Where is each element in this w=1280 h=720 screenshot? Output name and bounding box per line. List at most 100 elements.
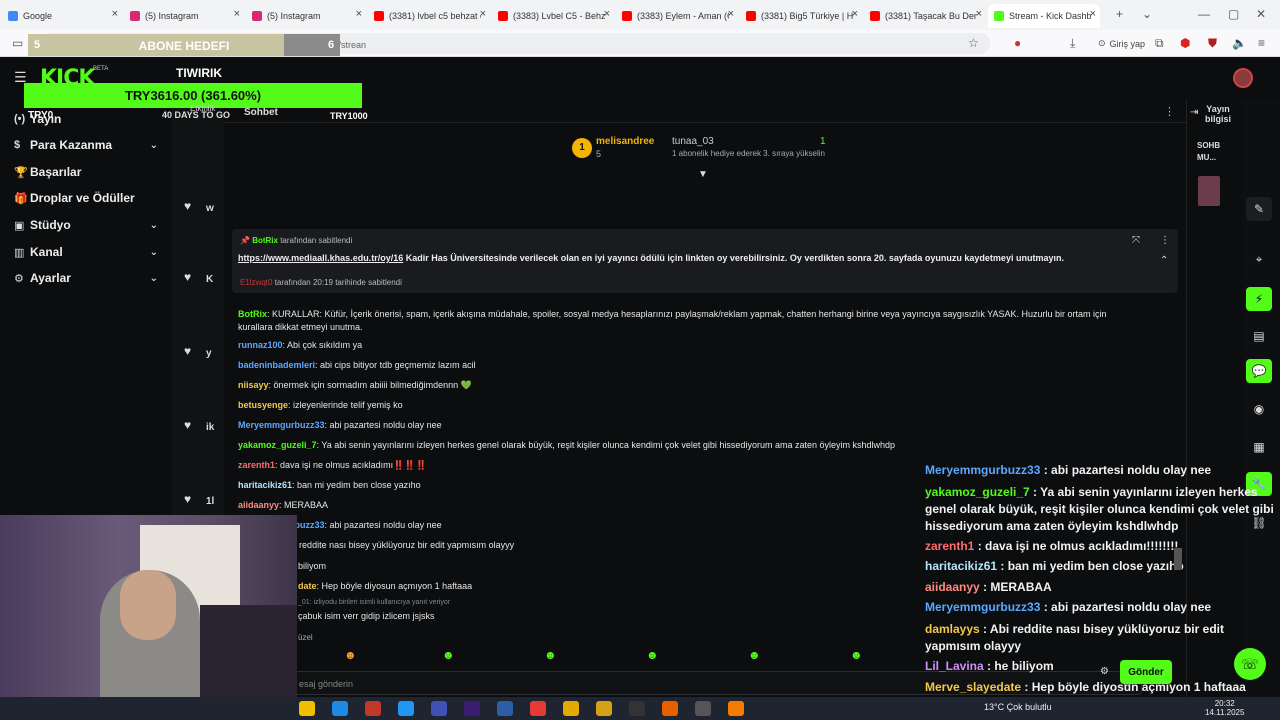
sidebar-toggle-icon[interactable]: ▭ [12, 36, 23, 50]
browser-tab[interactable]: Stream - Kick Dashboard× [988, 4, 1100, 28]
taskbar-app-icon[interactable] [431, 701, 447, 716]
rail-collapse-icon[interactable]: ⇥ [1190, 107, 1198, 118]
taskbar-app-icon[interactable] [662, 701, 678, 716]
taskbar-app-icon[interactable] [365, 701, 381, 716]
extensions-icon[interactable]: ⧉ [1155, 36, 1164, 51]
pin-collapse-icon[interactable]: ⌃ [1160, 255, 1168, 266]
partial-user-2[interactable]: date [298, 581, 317, 591]
adblock-icon[interactable]: ⬢ [1180, 36, 1190, 50]
extension-icon[interactable]: ● [1014, 36, 1021, 50]
new-tab-icon[interactable]: + [1116, 7, 1123, 21]
sidebar-item[interactable]: 🏆 Başarılar [14, 162, 164, 182]
heart-icon[interactable]: ♥ [184, 344, 191, 358]
chat-username[interactable]: haritacikiz61 [238, 480, 292, 490]
avatar[interactable] [1233, 68, 1253, 88]
taskbar-app-icon[interactable] [728, 701, 744, 716]
rules-user[interactable]: BotRix [238, 309, 267, 319]
tab-close-icon[interactable]: × [234, 8, 240, 20]
emote-icon-2[interactable]: ☻ [442, 648, 455, 662]
pin-action-icon[interactable]: ⤧ [1132, 235, 1140, 246]
emote-icon-1[interactable]: ☻ [344, 648, 357, 662]
tab-close-icon[interactable]: × [356, 8, 362, 20]
browser-tab[interactable]: (3381) Taşacak Bu Deniz × [864, 4, 986, 28]
volume-icon[interactable]: 🔈 [1232, 36, 1247, 50]
close-window-icon[interactable]: ✕ [1256, 7, 1266, 21]
chat-username[interactable]: aiidaanyy [238, 500, 279, 510]
heart-icon[interactable]: ♥ [184, 418, 191, 432]
taskbar-app-icon[interactable] [464, 701, 480, 716]
taskbar-app-icon[interactable] [332, 701, 348, 716]
lightning-icon[interactable]: ⚡ [1246, 287, 1272, 311]
follow-channel-name[interactable]: K [206, 274, 213, 285]
target-icon[interactable]: ⌖ [1246, 247, 1272, 271]
sidebar-item[interactable]: ⚙ Ayarlar ⌄ [14, 268, 164, 288]
sidebar-item[interactable]: $ Para Kazanma ⌄ [14, 135, 164, 155]
tab-close-icon[interactable]: × [112, 8, 118, 20]
clock[interactable]: 20:32 14.11.2025 [1205, 699, 1244, 717]
shield-icon[interactable]: ⛊ [1208, 36, 1217, 51]
pin-by-user[interactable]: E1lzwqt0 [240, 278, 272, 287]
chat-username[interactable]: yakamoz_guzeli_7 [238, 440, 317, 450]
pin-link[interactable]: https://www.mediaall.khas.edu.tr/oy/16 [238, 253, 403, 263]
taskbar-app-icon[interactable] [530, 701, 546, 716]
chat-username[interactable]: zarenth1 [238, 460, 275, 470]
browser-tab[interactable]: (5) Instagram × [124, 4, 244, 28]
sidebar-item[interactable]: ▣ Stüdyo ⌄ [14, 215, 164, 235]
pin-user[interactable]: BotRix [252, 236, 278, 245]
heart-icon[interactable]: ♥ [184, 270, 191, 284]
pencil-icon[interactable]: ✎ [1246, 197, 1272, 221]
sidebar-item[interactable]: 🎁 Droplar ve Ödüller [14, 188, 164, 208]
stream-thumbnail[interactable] [1198, 176, 1220, 206]
maximize-icon[interactable]: ▢ [1228, 7, 1239, 21]
tab-close-icon[interactable]: × [1090, 8, 1096, 20]
chat-icon[interactable]: 💬 [1246, 359, 1272, 383]
emote-icon-6[interactable]: ☻ [850, 648, 863, 662]
download-icon[interactable]: ⤓ [1070, 36, 1075, 51]
emote-icon-5[interactable]: ☻ [748, 648, 761, 662]
browser-tab[interactable]: (3381) lvbel c5 behzat ç × [368, 4, 490, 28]
tab-close-icon[interactable]: × [976, 8, 982, 20]
chat-username[interactable]: Meryemmgurbuzz33 [238, 420, 325, 430]
layout-icon[interactable]: ▦ [1246, 435, 1272, 459]
document-icon[interactable]: ▤ [1246, 324, 1272, 348]
chat-username[interactable]: betusyenge [238, 400, 288, 410]
chat-username[interactable]: niisayy [238, 380, 269, 390]
weather-widget[interactable]: 13°C Çok bulutlu [984, 702, 1052, 712]
emote-icon-3[interactable]: ☻ [544, 648, 557, 662]
follow-channel-name[interactable]: y [206, 348, 212, 359]
bookmark-star-icon[interactable]: ☆ [968, 36, 979, 50]
follow-channel-name[interactable]: ik [206, 422, 214, 433]
taskbar-app-icon[interactable] [497, 701, 513, 716]
heart-icon[interactable]: ♥ [184, 199, 191, 213]
menu-icon[interactable]: ≡ [1258, 36, 1265, 50]
more-icon[interactable]: ⋮ [1164, 105, 1175, 118]
taskbar-app-icon[interactable] [563, 701, 579, 716]
login-button[interactable]: ⊙ Giriş yap [1090, 34, 1153, 53]
follow-channel-name[interactable]: w [206, 203, 214, 214]
taskbar-app-icon[interactable] [299, 701, 315, 716]
browser-tab[interactable]: (5) Instagram × [246, 4, 366, 28]
follow-channel-name[interactable]: 1l [206, 496, 214, 507]
chat-username[interactable]: runnaz100 [238, 340, 283, 350]
tab-close-icon[interactable]: × [852, 8, 858, 20]
browser-tab[interactable]: (3383) Lvbel C5 - Behzat × [492, 4, 614, 28]
pin-more-icon[interactable]: ⋮ [1160, 235, 1170, 246]
browser-tab[interactable]: (3381) Big5 Türkiye | Ha × [740, 4, 862, 28]
settings-icon[interactable]: ⚙ [1100, 666, 1109, 677]
browser-tab[interactable]: (3383) Eylem - Aman (C × [616, 4, 738, 28]
tab-close-icon[interactable]: × [728, 8, 734, 20]
minimize-icon[interactable]: — [1198, 7, 1210, 21]
heart-icon[interactable]: ♥ [184, 492, 191, 506]
taskbar-app-icon[interactable] [596, 701, 612, 716]
broadcast-icon[interactable]: ◉ [1246, 397, 1272, 421]
sidebar-item[interactable]: ▥ Kanal ⌄ [14, 242, 164, 262]
collapse-icon[interactable]: ▼ [698, 169, 708, 180]
support-bubble-icon[interactable]: ☏ [1234, 648, 1266, 680]
taskbar-app-icon[interactable] [398, 701, 414, 716]
send-button[interactable]: Gönder [1120, 660, 1172, 684]
stream-info-label[interactable]: Yayın bilgisi [1200, 104, 1236, 124]
taskbar-app-icon[interactable] [695, 701, 711, 716]
taskbar-app-icon[interactable] [629, 701, 645, 716]
tab-close-icon[interactable]: × [480, 8, 486, 20]
emote-icon-4[interactable]: ☻ [646, 648, 659, 662]
